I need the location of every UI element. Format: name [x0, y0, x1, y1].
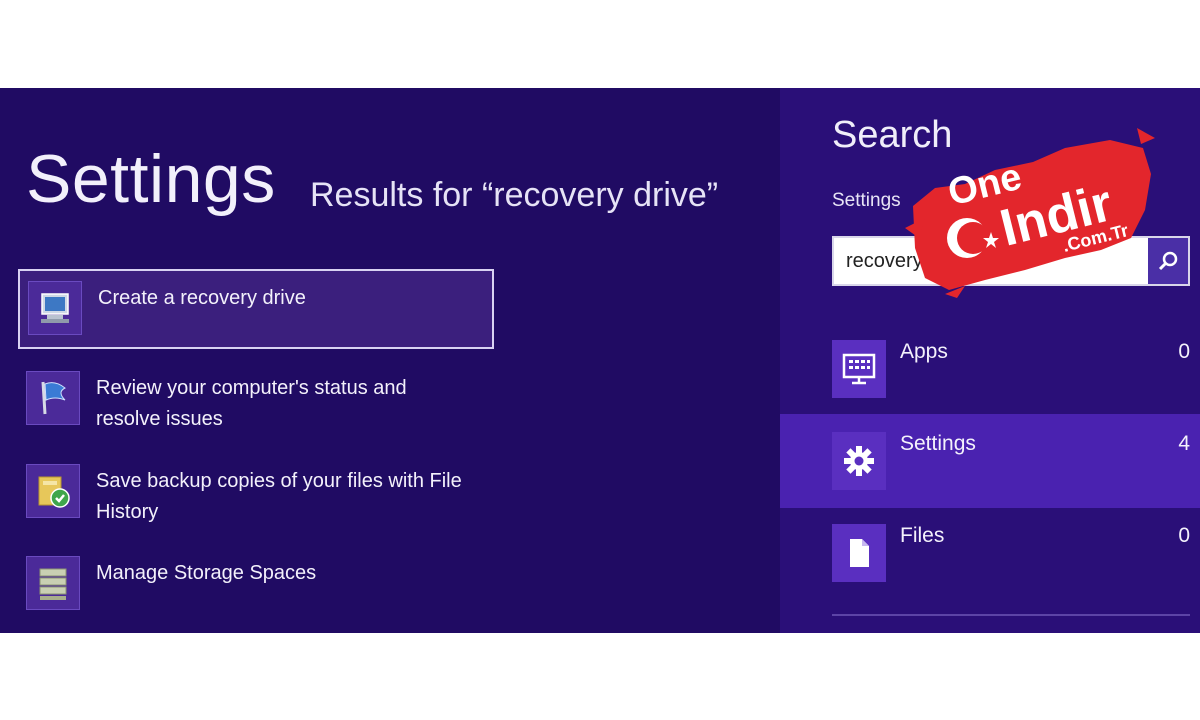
result-label: Create a recovery drive — [98, 287, 306, 309]
result-label: Save backup copies of your files with Fi… — [96, 470, 462, 523]
pane-divider — [832, 614, 1190, 616]
category-count: 4 — [1178, 432, 1190, 455]
category-name: Apps — [900, 340, 948, 363]
category-settings[interactable]: Settings 4 — [780, 414, 1200, 508]
results-panel: Settings Results for “recovery drive” Cr… — [0, 88, 780, 633]
result-create-recovery-drive[interactable]: Create a recovery drive — [18, 269, 494, 349]
storage-spaces-icon — [26, 556, 80, 610]
results-heading: Results for “recovery drive” — [310, 176, 719, 214]
file-icon — [832, 524, 886, 582]
gear-icon — [832, 432, 886, 490]
result-label: Manage Storage Spaces — [96, 562, 317, 584]
category-count: 0 — [1178, 340, 1190, 363]
category-files[interactable]: Files 0 — [780, 506, 1200, 600]
action-center-flag-icon — [26, 371, 80, 425]
search-icon — [1158, 251, 1178, 271]
result-label: Review your computer's status and resolv… — [96, 377, 407, 430]
file-history-icon — [26, 464, 80, 518]
result-review-status[interactable]: Review your computer's status and resolv… — [18, 361, 494, 441]
category-name: Files — [900, 524, 945, 547]
result-file-history[interactable]: Save backup copies of your files with Fi… — [18, 454, 494, 534]
page-title: Settings — [26, 141, 276, 217]
category-count: 0 — [1178, 524, 1190, 547]
search-scope-label[interactable]: Settings — [832, 190, 901, 212]
apps-icon — [832, 340, 886, 398]
recovery-drive-icon — [28, 281, 82, 335]
category-apps[interactable]: Apps 0 — [780, 322, 1200, 416]
result-storage-spaces[interactable]: Manage Storage Spaces — [18, 546, 494, 626]
category-name: Settings — [900, 432, 976, 455]
